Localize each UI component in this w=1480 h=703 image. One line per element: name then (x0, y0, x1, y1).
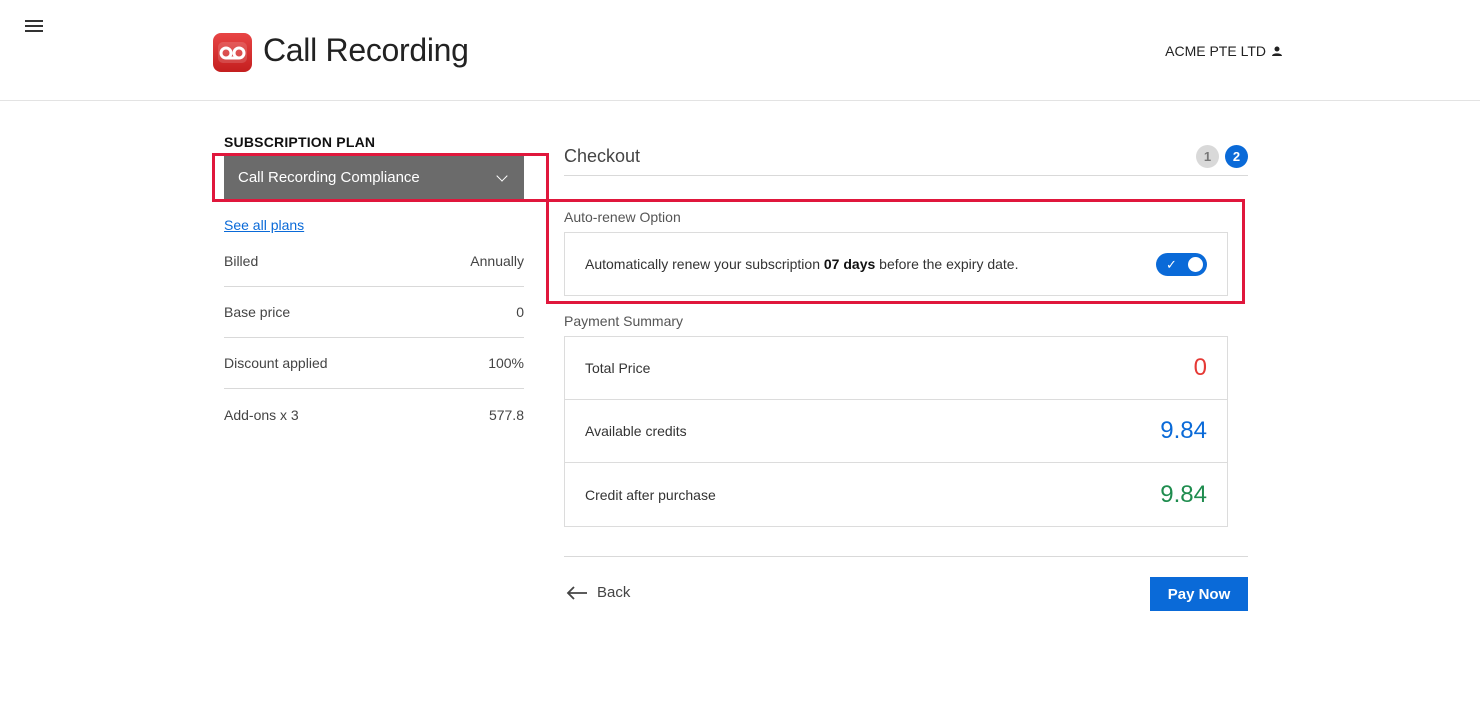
check-icon: ✓ (1166, 256, 1177, 272)
summary-row-addons: Add-ons x 3 577.8 (224, 389, 524, 440)
summary-value: 577.8 (488, 406, 524, 423)
hamburger-menu-icon[interactable] (25, 20, 43, 34)
summary-label: Discount applied (224, 355, 328, 371)
payment-row-available-credits: Available credits 9.84 (565, 400, 1227, 463)
payment-summary-box: Total Price 0 Available credits 9.84 Cre… (564, 336, 1228, 527)
summary-label: Billed (224, 253, 259, 269)
plan-dropdown-value: Call Recording Compliance (238, 169, 420, 186)
back-label: Back (597, 584, 631, 601)
chevron-down-icon (496, 169, 508, 182)
voicemail-icon (213, 33, 252, 72)
toggle-knob (1188, 256, 1203, 272)
payment-row-total-price: Total Price 0 (565, 337, 1227, 400)
step-indicator-1[interactable]: 1 (1196, 145, 1219, 168)
auto-renew-days: 07 days (823, 256, 876, 272)
person-icon (1272, 46, 1282, 56)
summary-label: Base price (224, 304, 291, 320)
summary-row-billed: Billed Annually (224, 236, 524, 287)
plan-dropdown[interactable]: Call Recording Compliance (224, 156, 524, 199)
summary-row-discount: Discount applied 100% (224, 338, 524, 389)
auto-renew-text: Automatically renew your subscription 07… (585, 256, 1018, 272)
back-button[interactable]: Back (566, 584, 630, 601)
app-title: Call Recording (263, 32, 469, 68)
summary-value: 0 (516, 304, 524, 320)
auto-renew-box: Automatically renew your subscription 07… (564, 232, 1228, 296)
company-name: ACME PTE LTD (1165, 43, 1266, 59)
auto-renew-text-before: Automatically renew your subscription (585, 256, 824, 272)
checkout-title: Checkout (564, 146, 641, 166)
app-header: Call Recording ACME PTE LTD (0, 0, 1480, 101)
summary-value: 100% (488, 355, 524, 371)
auto-renew-text-after: before the expiry date. (875, 256, 1019, 272)
payment-label: Credit after purchase (585, 486, 716, 503)
divider (564, 175, 1248, 176)
payment-row-credit-after: Credit after purchase 9.84 (565, 463, 1227, 526)
auto-renew-label: Auto-renew Option (564, 209, 681, 225)
account-menu[interactable]: ACME PTE LTD (1165, 43, 1282, 59)
payment-summary-label: Payment Summary (564, 313, 684, 329)
payment-label: Available credits (585, 423, 687, 439)
payment-label: Total Price (585, 360, 651, 376)
subscription-plan-heading: SUBSCRIPTION PLAN (224, 134, 376, 150)
summary-value: Annually (470, 253, 524, 269)
step-indicator-2[interactable]: 2 (1225, 145, 1248, 168)
pay-now-button[interactable]: Pay Now (1150, 577, 1248, 611)
plan-summary-list: Billed Annually Base price 0 Discount ap… (224, 236, 524, 440)
see-all-plans-link[interactable]: See all plans (224, 217, 304, 233)
total-price-value: 0 (1193, 354, 1207, 381)
summary-row-base-price: Base price 0 (224, 287, 524, 338)
credit-after-value: 9.84 (1160, 480, 1207, 508)
auto-renew-toggle[interactable]: ✓ (1156, 252, 1207, 276)
divider (564, 556, 1248, 557)
available-credits-value: 9.84 (1160, 417, 1207, 444)
arrow-left-icon (566, 585, 587, 600)
summary-label: Add-ons x 3 (224, 406, 299, 423)
